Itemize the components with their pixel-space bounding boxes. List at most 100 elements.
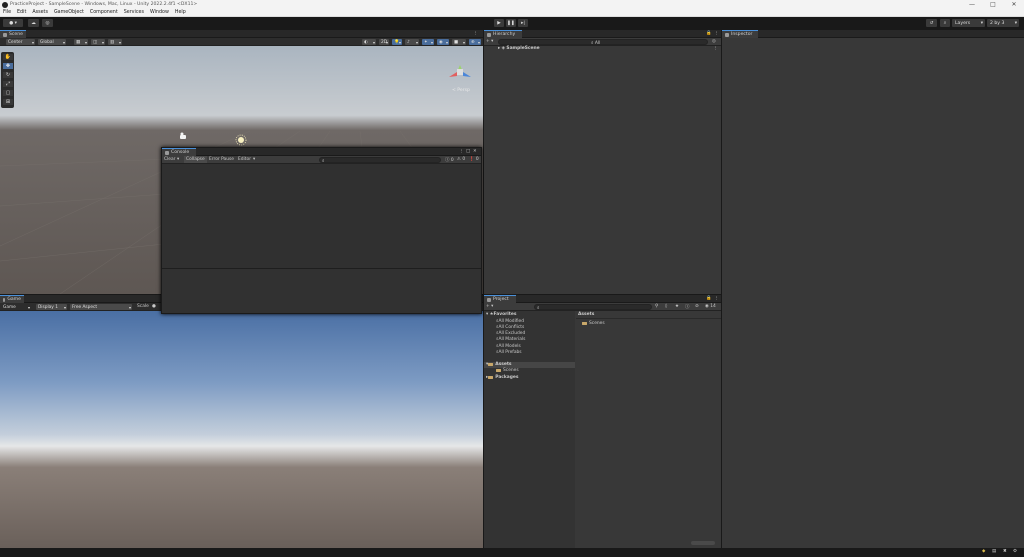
scene-visibility-icon[interactable]: ◎ [712,39,716,44]
fav-all-prefabs[interactable]: ⌕ All Prefabs [496,349,522,356]
transform-tool-icon[interactable]: ⊞ [3,99,13,106]
progress-icon[interactable]: ▤ [992,549,996,554]
create-button[interactable]: + ▾ [486,39,493,44]
tab-console[interactable]: Console [162,148,196,156]
account-button[interactable]: ● ▾ [3,19,23,27]
fx-toggle[interactable]: ✦ [422,39,434,45]
editor-dropdown-icon[interactable]: ▾ [253,157,255,162]
clear-dropdown-icon[interactable]: ▾ [177,157,179,162]
editor-dropdown[interactable]: Editor [238,157,251,162]
packages-visibility-icon[interactable]: ⓘ [685,304,689,310]
lighting-toggle[interactable]: 💡 [392,39,402,45]
close-icon[interactable]: ✕ [1004,0,1024,9]
hierarchy-more-icon[interactable]: ⋮ [714,31,718,36]
camera-dropdown[interactable]: ■ [452,39,466,45]
console-more-icon[interactable]: ⋮ [459,149,463,154]
snap-increment-dropdown[interactable]: ◫ [91,39,105,45]
menu-help[interactable]: Help [175,10,186,15]
favorites-row[interactable]: ▾ ★ Favorites [486,312,517,317]
scene-row[interactable]: ▸ ◈ SampleScene [498,46,540,51]
display-dropdown[interactable]: Display 1 [36,304,67,310]
move-tool-icon[interactable]: ✥ [3,63,13,70]
console-maximize-icon[interactable]: □ [466,149,470,154]
layers-dropdown[interactable]: Layers ▾ [952,19,985,27]
game-viewport[interactable] [0,311,483,548]
cloud-icon[interactable]: ☁ [28,19,39,27]
scenes-folder-row[interactable]: Scenes [496,368,519,373]
project-more-icon[interactable]: ⋮ [714,296,718,301]
tab-inspector[interactable]: Inspector [722,30,758,38]
scene-row-menu-icon[interactable]: ⋮ [713,46,717,51]
step-icon[interactable]: ▸| [518,19,528,27]
collapse-button[interactable]: Collapse [184,156,207,163]
tab-hierarchy[interactable]: Hierarchy [484,30,522,38]
rect-tool-icon[interactable]: ▢ [3,90,13,97]
debug-mode-icon[interactable]: ✖ [1003,549,1007,554]
settings-icon[interactable]: ⚙ [1013,549,1017,554]
scale-tool-icon[interactable]: ⤢ [3,81,13,88]
tab-project[interactable]: Project [484,295,516,303]
packages-row[interactable]: ▸ Packages [486,375,519,380]
menu-component[interactable]: Component [90,10,118,15]
error-pause-button[interactable]: Error Pause [209,157,234,162]
space-dropdown[interactable]: Global [38,39,66,45]
2d-toggle[interactable]: 2D [379,39,389,45]
hierarchy-search-input[interactable]: ⌕ All [498,39,708,46]
search-icon[interactable]: ⌕ [940,19,950,27]
light-bake-icon[interactable]: ◆ [982,549,985,554]
menu-gameobject[interactable]: GameObject [54,10,84,15]
error-count[interactable]: ❗ 0 [469,157,479,162]
layout-dropdown[interactable]: 2 by 3 ▾ [987,19,1019,27]
console-tab-label: Console [171,150,190,155]
more-options-icon[interactable]: ⋮ [473,31,477,36]
game-tab-label: Game [7,297,21,302]
pause-icon[interactable]: ❚❚ [506,19,516,27]
log-count[interactable]: ⓘ 0 [445,157,454,163]
icon-size-slider[interactable] [691,541,715,545]
scenes-folder-item[interactable]: Scenes [582,321,605,326]
aspect-dropdown[interactable]: Free Aspect [70,304,132,310]
menu-window[interactable]: Window [150,10,169,15]
rotate-tool-icon[interactable]: ↻ [3,72,13,79]
menu-assets[interactable]: Assets [32,10,48,15]
expand-arrow-icon[interactable]: ▸ [498,46,500,51]
console-search-input[interactable]: ⌕ [319,157,441,164]
hidden-packages-icon[interactable]: ⊘ [695,304,699,309]
pivot-dropdown[interactable]: Center [6,39,35,45]
search-by-type-icon[interactable]: ⚲ [655,304,658,309]
scale-slider[interactable]: ● [152,304,156,309]
menu-edit[interactable]: Edit [17,10,26,15]
hidden-count[interactable]: ◉ 14 [705,304,716,309]
maximize-icon[interactable]: □ [983,0,1003,9]
menu-services[interactable]: Services [124,10,144,15]
console-close-icon[interactable]: ✕ [473,149,477,154]
search-by-label-icon[interactable]: ◊ [665,304,667,309]
collab-icon[interactable]: ◎ [42,19,53,27]
fav-all-materials[interactable]: ⌕ All Materials [496,336,525,343]
audio-toggle[interactable]: ♪ [405,39,419,45]
warning-count[interactable]: ⚠ 0 [457,157,465,162]
grid-plane-dropdown[interactable]: ▥ [108,39,122,45]
history-icon[interactable]: ↺ [926,19,937,27]
grid-snap-dropdown[interactable]: ▦ [74,39,88,45]
console-log-list[interactable] [162,164,481,268]
hidden-objects-toggle[interactable]: ◉ [437,39,449,45]
clear-button[interactable]: Clear [164,157,175,162]
persp-label[interactable]: < Persp [452,87,470,93]
draw-mode-dropdown[interactable]: ◐ [362,39,376,45]
project-lock-icon[interactable]: 🔒 [706,296,711,301]
hierarchy-lock-icon[interactable]: 🔒 [706,31,711,36]
play-icon[interactable]: ▶ [494,19,504,27]
project-breadcrumb[interactable]: Assets [578,312,594,317]
project-create-button[interactable]: + ▾ [486,304,493,309]
minimize-icon[interactable]: — [962,0,982,9]
game-mode-dropdown[interactable]: Game [1,304,31,310]
tab-scene[interactable]: Scene [0,30,26,38]
gizmos-dropdown[interactable]: ⊕ [469,39,481,45]
save-search-icon[interactable]: ★ [675,304,679,309]
assets-row[interactable]: ▾ Assets [486,362,512,367]
hand-tool-icon[interactable]: ✋ [3,54,13,61]
tab-game[interactable]: Game [0,295,24,303]
project-search-input[interactable]: ⌕ [534,304,652,311]
menu-file[interactable]: File [3,10,11,15]
